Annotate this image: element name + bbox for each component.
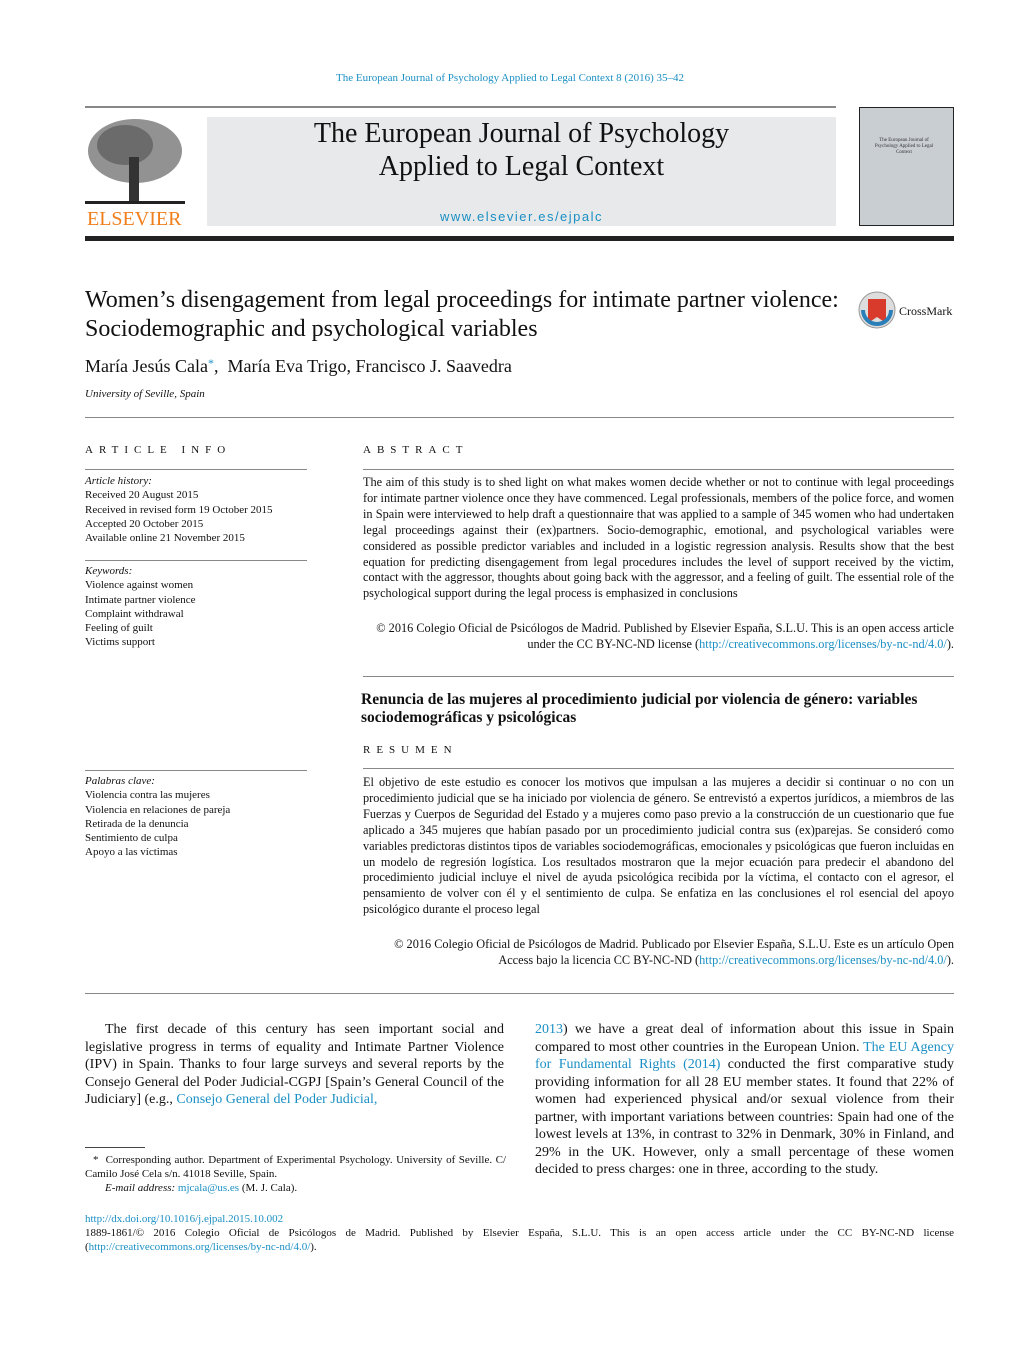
abstract-heading: ABSTRACT — [363, 444, 469, 456]
divider — [363, 768, 954, 769]
body-paragraph: The first decade of this century has see… — [85, 1022, 504, 1107]
footnote: * Corresponding author. Department of Ex… — [85, 1154, 507, 1195]
palabras-clave: Palabras clave: Violencia contra las muj… — [85, 775, 231, 859]
corresponding-author-mark[interactable]: * — [208, 356, 214, 370]
divider — [85, 770, 307, 771]
resumen-heading: RESUMEN — [363, 744, 458, 756]
spanish-title: Renuncia de las mujeres al procedimiento… — [361, 691, 918, 726]
body-paragraph: 2013) we have a great deal of informatio… — [535, 1022, 955, 1177]
crossmark-button[interactable]: CrossMark — [858, 291, 958, 331]
journal-title: The European Journal of Psychology Applie… — [313, 118, 730, 182]
abstract-copyright: © 2016 Colegio Oficial de Psicólogos de … — [376, 621, 954, 651]
header-divider — [85, 236, 954, 241]
journal-banner: The European Journal of Psychology Applie… — [207, 117, 836, 226]
article-info-heading: ARTICLE INFO — [85, 444, 232, 456]
divider — [85, 417, 954, 418]
article-title: Women’s disengagement from legal proceed… — [85, 287, 839, 342]
divider — [363, 469, 954, 470]
license-link[interactable]: http://creativecommons.org/licenses/by-n… — [699, 953, 947, 967]
reference-link[interactable]: 2013 — [535, 1022, 563, 1037]
article-footer: http://dx.doi.org/10.1016/j.ejpal.2015.1… — [85, 1212, 954, 1254]
divider — [85, 469, 307, 470]
crossmark-icon — [858, 291, 896, 329]
divider — [363, 676, 954, 677]
email-link[interactable]: mjcala@us.es — [178, 1182, 239, 1194]
footnote-divider — [85, 1147, 145, 1148]
elsevier-logo: ELSEVIER — [85, 117, 185, 230]
authors: María Jesús Cala*, María Eva Trigo, Fran… — [85, 356, 512, 376]
doi-link[interactable]: http://dx.doi.org/10.1016/j.ejpal.2015.1… — [85, 1212, 954, 1226]
author-names[interactable]: María Eva Trigo, Francisco J. Saavedra — [227, 356, 511, 376]
resumen-text: El objetivo de este estudio es conocer l… — [363, 775, 954, 917]
author-name[interactable]: María Jesús Cala — [85, 356, 208, 376]
license-link[interactable]: http://creativecommons.org/licenses/by-n… — [699, 637, 947, 651]
journal-url-link[interactable]: www.elsevier.es/ejpalc — [207, 209, 836, 224]
keywords: Keywords: Violence against women Intimate… — [85, 565, 196, 649]
license-link[interactable]: http://creativecommons.org/licenses/by-n… — [89, 1241, 311, 1253]
divider — [85, 993, 954, 994]
journal-citation[interactable]: The European Journal of Psychology Appli… — [0, 72, 1020, 84]
resumen-copyright: © 2016 Colegio Oficial de Psicólogos de … — [394, 937, 954, 967]
divider — [85, 560, 307, 561]
svg-text:ELSEVIER: ELSEVIER — [87, 208, 182, 227]
article-history: Article history: Received 20 August 2015… — [85, 475, 273, 545]
affiliation: University of Seville, Spain — [85, 388, 205, 400]
reference-link[interactable]: Consejo General del Poder Judicial, — [176, 1092, 377, 1107]
journal-cover-thumbnail[interactable]: The European Journal of Psychology Appli… — [859, 107, 954, 226]
abstract-text: The aim of this study is to shed light o… — [363, 475, 954, 601]
divider — [85, 106, 836, 108]
